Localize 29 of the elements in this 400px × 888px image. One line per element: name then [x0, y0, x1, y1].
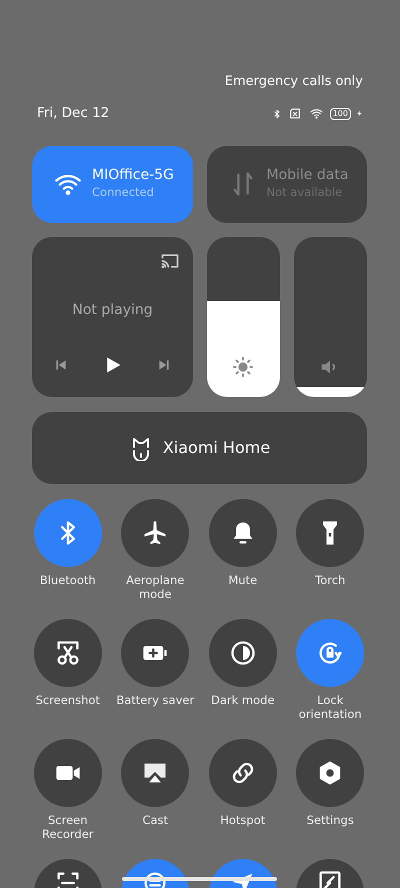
wifi-name: MIOffice-5G — [92, 166, 174, 184]
next-icon — [157, 358, 171, 372]
toggle-label: Bluetooth — [38, 572, 97, 586]
toggle-label: Cast — [141, 812, 170, 826]
date-text: Fri, Dec 12 — [37, 104, 110, 124]
toggle-label: Mute — [227, 572, 258, 586]
previous-icon — [54, 358, 68, 372]
toggle-label: Aeroplane mode — [125, 572, 186, 600]
smart-home-label: Xiaomi Home — [162, 436, 270, 458]
brightness-icon — [232, 356, 254, 378]
media-title: Not playing — [71, 300, 154, 320]
smart-home-tile[interactable]: Xiaomi Home — [32, 412, 367, 484]
volume-slider[interactable] — [294, 236, 367, 396]
carrier-text: Emergency calls only — [224, 73, 364, 91]
toggle-label: Battery saver — [115, 692, 196, 706]
contrast-icon — [228, 638, 257, 666]
toggle-label: Screenshot — [34, 692, 101, 706]
wifi-icon — [308, 107, 325, 120]
wifi-tile[interactable]: MIOffice-5G Connected — [32, 146, 192, 222]
charging-bolt-icon — [356, 108, 363, 119]
toggle-label: Dark mode — [210, 692, 276, 706]
wifi-status: Connected — [92, 184, 155, 201]
toggle-label: Torch — [314, 572, 346, 586]
toggle-label: Hotspot — [219, 812, 266, 826]
toggle-label: Screen Recorder — [40, 812, 95, 840]
battery-indicator: 100 — [330, 108, 351, 120]
brightness-slider[interactable] — [207, 236, 280, 396]
toggle-label: Settings — [306, 812, 355, 826]
toggle-label: Lock orientation — [298, 692, 363, 720]
